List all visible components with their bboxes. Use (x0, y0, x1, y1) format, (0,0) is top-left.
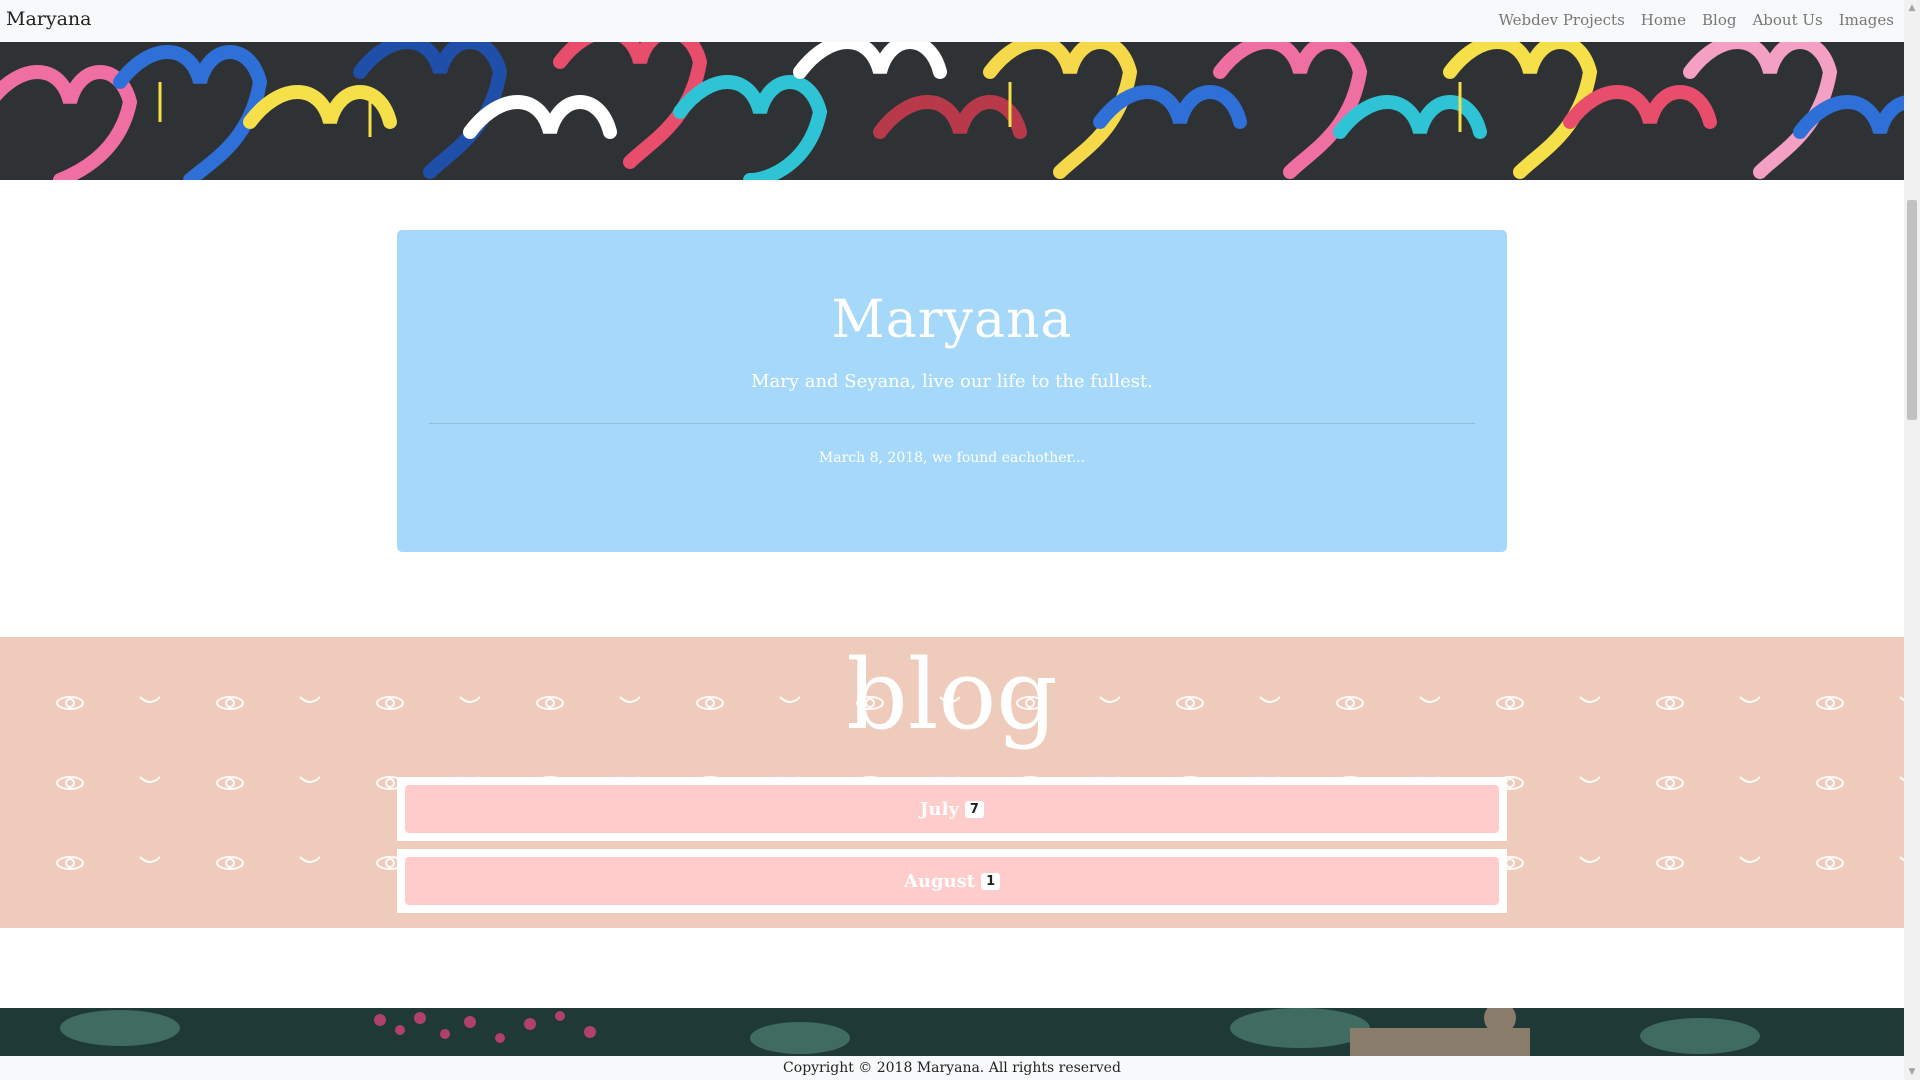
brand-link[interactable]: Maryana (6, 8, 92, 30)
scroll-up-arrow-icon[interactable]: ▲ (1904, 0, 1920, 16)
month-card-august: August 1 (397, 849, 1507, 913)
flowers-image (0, 1008, 1904, 1056)
nav-link-images[interactable]: Images (1839, 11, 1894, 29)
jumbotron: Maryana Mary and Seyana, live our life t… (397, 230, 1507, 552)
jumbotron-subtitle: Mary and Seyana, live our life to the fu… (751, 371, 1153, 392)
copyright-text: Copyright © 2018 Maryana. All rights res… (783, 1060, 1121, 1076)
month-label: July (920, 798, 959, 820)
month-label: August (903, 870, 976, 892)
nav-link-blog[interactable]: Blog (1702, 11, 1736, 29)
jumbotron-divider (429, 423, 1475, 424)
jumbotron-date-text: March 8, 2018, we found eachother... (818, 450, 1086, 466)
nav-links: Webdev Projects Home Blog About Us Image… (1498, 11, 1894, 29)
blog-title: blog (846, 639, 1058, 751)
footer: Copyright © 2018 Maryana. All rights res… (0, 1056, 1904, 1080)
navbar: Maryana Webdev Projects Home Blog About … (0, 0, 1904, 42)
page-scrollbar[interactable]: ▲ ▼ (1904, 0, 1920, 1080)
post-count-badge: 1 (981, 872, 1001, 890)
nav-link-home[interactable]: Home (1641, 11, 1686, 29)
month-button-july[interactable]: July 7 (405, 785, 1499, 833)
blog-section: blog July 7 August 1 (0, 637, 1904, 928)
scrollbar-thumb[interactable] (1907, 200, 1917, 420)
month-card-july: July 7 (397, 777, 1507, 841)
nav-link-about-us[interactable]: About Us (1752, 11, 1822, 29)
nav-link-webdev-projects[interactable]: Webdev Projects (1498, 11, 1624, 29)
scroll-down-arrow-icon[interactable]: ▼ (1904, 1064, 1920, 1080)
post-count-badge: 7 (964, 800, 984, 818)
hero-graffiti-image (0, 42, 1904, 180)
jumbotron-title: Maryana (831, 290, 1073, 350)
month-button-august[interactable]: August 1 (405, 857, 1499, 905)
